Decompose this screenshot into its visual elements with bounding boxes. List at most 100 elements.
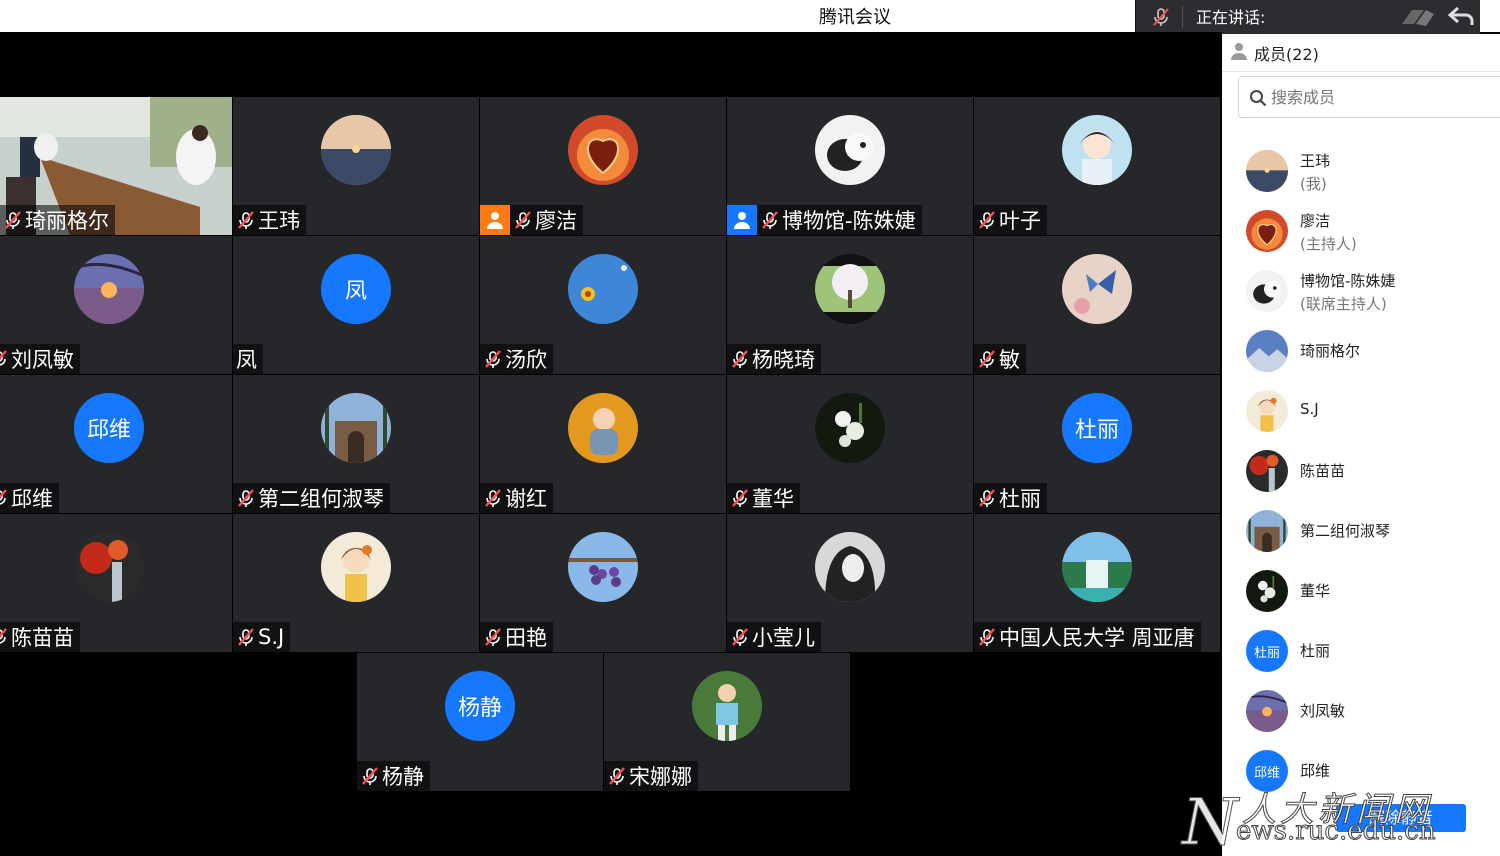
member-role: (联席主持人) [1300,295,1387,313]
mic-muted-icon [238,489,254,507]
mic-muted-icon [732,628,748,646]
mic-muted-icon [238,628,254,646]
participant-tile[interactable]: 博物馆-陈姝婕 [727,97,973,235]
member-avatar [1246,510,1288,552]
back-arrow-icon[interactable] [1446,3,1476,31]
avatar [74,254,144,324]
participant-name: 刘凤敏 [11,348,74,372]
participant-tile[interactable]: 杨静 杨静 [357,653,603,791]
participant-name: 董华 [752,487,794,511]
participant-tile[interactable]: 凤凤 [233,236,479,374]
member-list-item[interactable]: 刘凤敏 [1222,684,1500,740]
member-list-item[interactable]: 杜丽 杜丽 [1222,624,1500,680]
participant-name-bar: 第二组何淑琴 [233,483,390,513]
divider [1182,6,1183,28]
speaking-label: 正在讲话: [1196,8,1266,27]
avatar [1062,254,1132,324]
participant-tile[interactable]: 廖洁 [480,97,726,235]
member-list-item[interactable]: 董华 [1222,564,1500,620]
cohost-badge [727,205,757,235]
participant-name-bar: 王玮 [233,205,306,235]
member-list-item[interactable]: 王玮 (我) [1222,144,1500,200]
watermark-initial: N [1182,786,1239,856]
member-panel: 成员(22) 王玮 (我) 廖洁 (主持人) 博物馆-陈姝婕 (联席主持人) 琦丽格尔 S.J… [1222,34,1500,856]
participant-name: 谢红 [505,487,547,511]
participant-tile[interactable]: 汤欣 [480,236,726,374]
news-watermark: N 人大新闻网 ews.ruc.edu.cn [1182,782,1500,856]
mic-muted-icon [979,489,995,507]
search-input[interactable] [1271,85,1491,109]
participant-name: 第二组何淑琴 [258,487,384,511]
participant-name-bar: 陈苗苗 [0,622,80,652]
mic-muted-icon [979,628,995,646]
participant-tile[interactable]: 王玮 [233,97,479,235]
mic-muted-icon [0,628,7,644]
avatar [1062,115,1132,185]
participant-name: 叶子 [999,209,1041,233]
mic-muted-icon[interactable] [1150,6,1172,28]
mic-muted-icon [762,211,778,229]
participant-tile[interactable]: 杜丽 杜丽 [974,375,1220,513]
participant-tile[interactable]: 敏 [974,236,1220,374]
participant-tile[interactable]: 中国人民大学 周亚唐 [974,514,1220,652]
participant-tile[interactable]: 叶子 [974,97,1220,235]
participant-name-bar: S.J [233,622,291,652]
person-icon [1231,43,1247,60]
participant-name-bar: 汤欣 [480,344,553,374]
participant-name: 汤欣 [505,348,547,372]
participant-name-bar: 宋娜娜 [604,761,698,791]
participant-name-bar: 叶子 [974,205,1047,235]
avatar [815,115,885,185]
participant-name-bar: 敏 [974,344,1026,374]
participant-name-bar: 刘凤敏 [0,344,80,374]
member-avatar [1246,450,1288,492]
host-person-icon [487,212,503,229]
mic-muted-icon [485,350,501,368]
participant-name-bar: 博物馆-陈姝婕 [727,205,922,235]
avatar [1062,532,1132,602]
search-icon [1250,90,1267,107]
participant-name-bar: 邱维 [0,483,59,513]
avatar [692,671,762,741]
participant-name: 宋娜娜 [629,765,692,789]
participant-tile[interactable]: 刘凤敏 [0,236,232,374]
member-name: S.J [1300,400,1319,418]
member-list-item[interactable]: 廖洁 (主持人) [1222,204,1500,260]
member-name: 王玮 [1300,152,1331,170]
member-list-item[interactable]: 陈苗苗 [1222,444,1500,500]
participant-tile[interactable]: 宋娜娜 [604,653,850,791]
member-list-item[interactable]: 博物馆-陈姝婕 (联席主持人) [1222,264,1500,320]
participant-tile[interactable]: 邱维 邱维 [0,375,232,513]
member-avatar [1246,210,1288,252]
participant-tile[interactable]: 谢红 [480,375,726,513]
member-list-item[interactable]: 第二组何淑琴 [1222,504,1500,560]
mic-muted-icon [732,350,748,368]
member-list-item[interactable]: 琦丽格尔 [1222,324,1500,380]
member-count: 成员(22) [1254,45,1319,64]
mic-muted-icon [485,489,501,507]
avatar-initials: 杨静 [445,671,515,741]
member-panel-header: 成员(22) [1222,34,1500,72]
participant-tile[interactable]: 小莹儿 [727,514,973,652]
participant-name: 田艳 [505,626,547,650]
member-list-item[interactable]: S.J [1222,384,1500,440]
participant-tile[interactable]: 田艳 [480,514,726,652]
participant-tile[interactable]: 第二组何淑琴 [233,375,479,513]
participant-tile[interactable]: S.J [233,514,479,652]
participant-name-bar: 小莹儿 [727,622,821,652]
participant-tile[interactable]: 陈苗苗 [0,514,232,652]
participant-name-bar: 杨晓琦 [727,344,821,374]
participant-name: 敏 [999,348,1020,372]
participant-tile[interactable]: 琦丽格尔 [0,97,232,235]
mic-muted-icon [979,350,995,368]
member-search[interactable] [1238,76,1500,118]
pin-icon[interactable] [1398,4,1438,30]
participant-tile[interactable]: 董华 [727,375,973,513]
member-name: 琦丽格尔 [1300,342,1361,360]
avatar [815,393,885,463]
participant-name-bar: 董华 [727,483,800,513]
participant-tile[interactable]: 杨晓琦 [727,236,973,374]
avatar [568,532,638,602]
avatar-initials: 杜丽 [1062,393,1132,463]
avatar [74,532,144,602]
